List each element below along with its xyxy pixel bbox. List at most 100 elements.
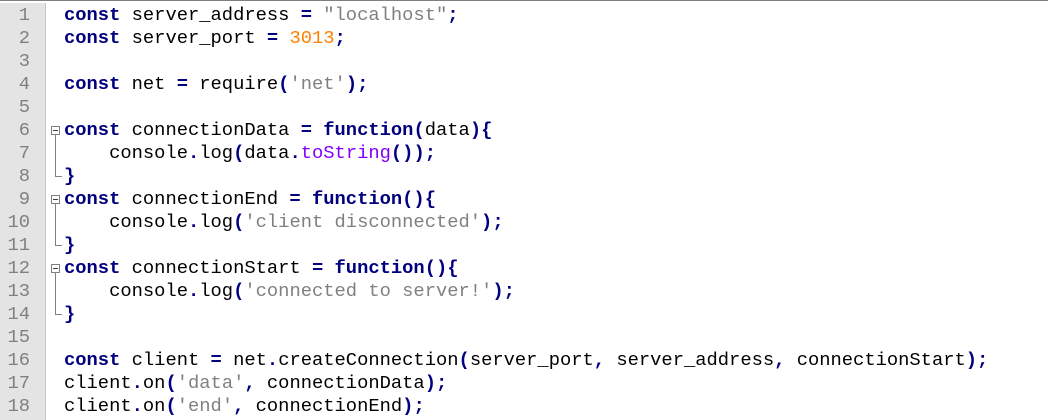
code-token: , bbox=[774, 349, 786, 371]
code-text[interactable]: console.log('connected to server!'); bbox=[64, 280, 515, 303]
code-token: connectionEnd bbox=[120, 188, 290, 210]
code-line[interactable]: 8} bbox=[0, 165, 1048, 188]
code-token: } bbox=[64, 234, 76, 256]
code-token: . bbox=[289, 142, 301, 164]
code-line[interactable]: 13 console.log('connected to server!'); bbox=[0, 280, 1048, 303]
code-line[interactable]: 17 client.on('data', connectionData); bbox=[0, 372, 1048, 395]
code-line[interactable]: 9 const connectionEnd = function(){ bbox=[0, 188, 1048, 211]
code-text[interactable]: const connectionData = function(data){ bbox=[64, 119, 492, 142]
code-token: server_address bbox=[605, 349, 775, 371]
code-text[interactable]: const connectionStart = function(){ bbox=[64, 257, 459, 280]
code-token: = bbox=[300, 119, 312, 141]
code-text[interactable]: const server_address = "localhost"; bbox=[64, 4, 459, 27]
code-token: = bbox=[266, 27, 279, 49]
code-token: server_port bbox=[469, 349, 594, 371]
code-line[interactable]: 16 const client = net.createConnection(se… bbox=[0, 349, 1048, 372]
code-token: , bbox=[244, 372, 256, 394]
code-token: const bbox=[64, 257, 121, 279]
line-number: 14 bbox=[7, 303, 30, 325]
fold-collapse-icon[interactable] bbox=[51, 195, 60, 204]
line-number: 8 bbox=[18, 165, 30, 187]
code-line[interactable]: 12 const connectionStart = function(){ bbox=[0, 257, 1048, 280]
code-line[interactable]: 10 console.log('client disconnected'); bbox=[0, 211, 1048, 234]
code-line[interactable]: 7 console.log(data.toString()); bbox=[0, 142, 1048, 165]
code-line[interactable]: 2 const server_port = 3013; bbox=[0, 27, 1048, 50]
code-token: ( bbox=[413, 119, 425, 141]
code-line[interactable]: 18 client.on('end', connectionEnd); bbox=[0, 395, 1048, 418]
code-text[interactable]: client.on('end', connectionEnd); bbox=[64, 395, 425, 418]
code-token: . bbox=[187, 280, 200, 302]
code-token: ( bbox=[165, 372, 177, 394]
code-token: . bbox=[131, 395, 143, 417]
code-text[interactable]: console.log(data.toString()); bbox=[64, 142, 436, 165]
code-editor[interactable]: 1 const server_address = "localhost"; 2 con… bbox=[0, 0, 1048, 420]
code-token: = bbox=[300, 4, 312, 26]
code-line[interactable]: 15 bbox=[0, 326, 1048, 349]
code-token: ( bbox=[458, 349, 470, 371]
code-text[interactable]: const server_port = 3013; bbox=[64, 27, 346, 50]
code-token: ()); bbox=[390, 142, 436, 164]
code-token: ){ bbox=[469, 119, 493, 141]
line-number: 13 bbox=[7, 280, 30, 302]
code-token: console bbox=[64, 280, 188, 302]
code-text[interactable]: const net = require('net'); bbox=[64, 73, 368, 96]
code-line[interactable]: 4 const net = require('net'); bbox=[0, 73, 1048, 96]
code-token: 'net' bbox=[289, 73, 346, 95]
code-token: , bbox=[593, 349, 606, 371]
code-token: function bbox=[334, 257, 425, 279]
code-token: 3013 bbox=[289, 27, 335, 49]
line-number: 9 bbox=[18, 188, 30, 210]
fold-collapse-icon[interactable] bbox=[51, 264, 60, 273]
code-token: net bbox=[120, 73, 177, 95]
line-number: 5 bbox=[18, 96, 30, 118]
code-token: ); bbox=[481, 211, 504, 233]
fold-end-marker bbox=[55, 245, 62, 246]
code-line[interactable]: 14} bbox=[0, 303, 1048, 326]
code-line[interactable]: 1 const server_address = "localhost"; bbox=[0, 4, 1048, 27]
code-token: on bbox=[142, 395, 166, 417]
code-token: (){ bbox=[402, 188, 436, 210]
line-number: 6 bbox=[18, 119, 30, 141]
line-number: 7 bbox=[18, 142, 30, 164]
code-line[interactable]: 3 bbox=[0, 50, 1048, 73]
fold-end-marker bbox=[55, 176, 62, 177]
code-token: . bbox=[266, 349, 279, 371]
code-token: . bbox=[131, 372, 143, 394]
code-text[interactable]: } bbox=[64, 165, 75, 188]
code-text[interactable]: } bbox=[64, 234, 75, 257]
code-token: client bbox=[120, 349, 211, 371]
code-token: connectionStart bbox=[120, 257, 312, 279]
line-number: 10 bbox=[7, 211, 30, 233]
code-token: const bbox=[64, 349, 121, 371]
code-token: } bbox=[64, 165, 76, 187]
code-token: function bbox=[323, 119, 414, 141]
code-token: const bbox=[64, 4, 121, 26]
fold-guide-line bbox=[55, 204, 56, 245]
line-number: 17 bbox=[7, 372, 30, 394]
code-text[interactable]: console.log('client disconnected'); bbox=[64, 211, 504, 234]
code-token: server_address bbox=[120, 4, 301, 26]
code-text[interactable]: } bbox=[64, 303, 75, 326]
code-token: ; bbox=[334, 27, 346, 49]
code-token: client bbox=[64, 372, 132, 394]
code-token: on bbox=[142, 372, 166, 394]
code-token: ); bbox=[965, 349, 989, 371]
fold-collapse-icon[interactable] bbox=[51, 126, 60, 135]
code-token: client bbox=[64, 395, 132, 417]
code-token: ); bbox=[424, 372, 448, 394]
code-line[interactable]: 6 const connectionData = function(data){ bbox=[0, 119, 1048, 142]
code-line[interactable]: 11} bbox=[0, 234, 1048, 257]
code-text[interactable]: const client = net.createConnection(serv… bbox=[64, 349, 988, 372]
line-number: 2 bbox=[18, 27, 30, 49]
line-number: 11 bbox=[7, 234, 30, 256]
line-number: 4 bbox=[18, 73, 30, 95]
code-text[interactable]: client.on('data', connectionData); bbox=[64, 372, 447, 395]
code-token: data bbox=[424, 119, 470, 141]
code-token: . bbox=[187, 142, 200, 164]
code-token: ; bbox=[447, 4, 459, 26]
code-line[interactable]: 5 bbox=[0, 96, 1048, 119]
code-text[interactable]: const connectionEnd = function(){ bbox=[64, 188, 436, 211]
code-token: . bbox=[187, 211, 200, 233]
